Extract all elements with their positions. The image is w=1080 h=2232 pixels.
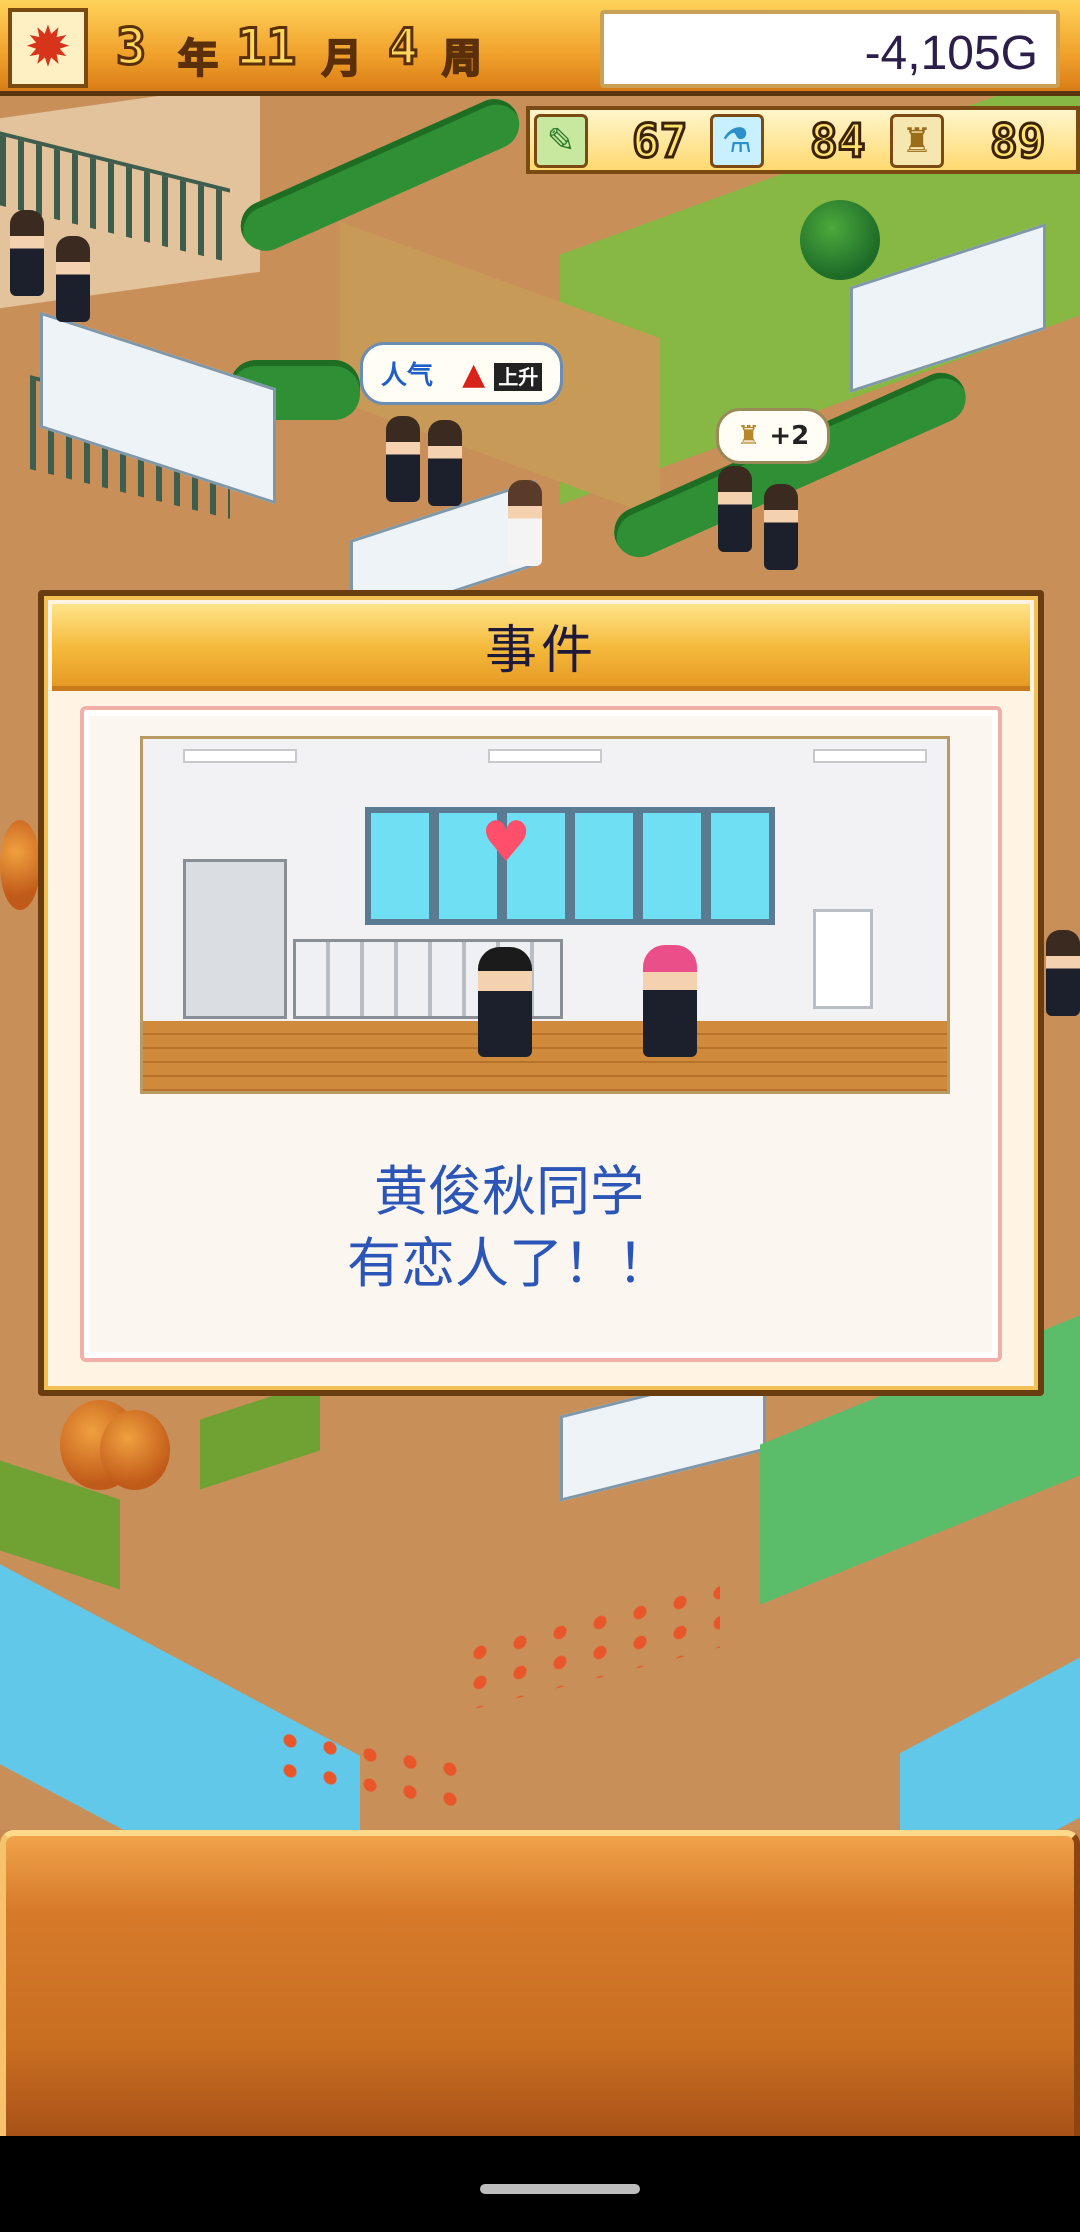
student-character[interactable]	[718, 466, 752, 552]
stats-bar: ✎ 67 ⚗ 84 ♜ 89	[526, 106, 1080, 174]
month-unit: 月	[321, 35, 363, 83]
popularity-label: 人气	[381, 361, 434, 391]
student-character[interactable]	[1046, 930, 1080, 1016]
maple-leaf-icon: ✹	[8, 8, 88, 88]
dialog-header: 事件	[52, 604, 1030, 691]
ceiling-light	[813, 749, 927, 763]
money-display: -4,105G	[600, 10, 1060, 88]
pine-tree	[800, 200, 880, 280]
crop-field	[200, 1380, 320, 1490]
event-message: 黄俊秋同学 有恋人了！！	[46, 1156, 972, 1300]
week-number: 4	[386, 17, 419, 78]
trophy-icon: ♜	[890, 114, 944, 168]
month-number: 11	[234, 17, 297, 78]
popularity-up-bubble: 人气 ▲ 上升	[360, 342, 564, 405]
student-character[interactable]	[386, 416, 420, 502]
trophy-icon: ♜	[737, 421, 761, 451]
autumn-tree	[100, 1410, 170, 1490]
hedge	[232, 91, 528, 259]
year-unit: 年	[177, 35, 219, 83]
ceiling-light	[183, 749, 297, 763]
sports-stat-value: 89	[988, 113, 1046, 170]
student-boy	[478, 947, 532, 1057]
door	[183, 859, 287, 1019]
research-stat-value: 84	[808, 113, 866, 170]
dialog-title: 事件	[484, 620, 597, 681]
bonus-label: +2	[769, 421, 810, 451]
window	[365, 807, 775, 925]
student-girl	[643, 945, 697, 1057]
year-number: 3	[114, 17, 147, 78]
message-line-1: 黄俊秋同学	[374, 1160, 644, 1223]
flower-bed	[460, 1577, 720, 1713]
rise-badge: 上升	[494, 363, 543, 391]
event-dialog[interactable]: 事件 ♥ 黄俊秋同学 有恋人了！！	[38, 590, 1044, 1396]
system-navigation-bar	[0, 2136, 1080, 2232]
water	[0, 1564, 360, 1830]
flask-icon: ⚗	[710, 114, 764, 168]
week-unit: 周	[441, 35, 483, 83]
bottom-command-panel[interactable]	[0, 1830, 1080, 2136]
student-character[interactable]	[56, 236, 90, 322]
pencil-icon: ✎	[534, 114, 588, 168]
first-aid-cabinet	[813, 909, 873, 1009]
water	[900, 1646, 1080, 1830]
study-stat-value: 67	[630, 113, 688, 170]
event-scene-illustration: ♥	[140, 736, 950, 1094]
score-bonus-bubble: ♜ +2	[716, 408, 831, 464]
autumn-tree	[0, 820, 40, 910]
student-character[interactable]	[508, 480, 542, 566]
heart-icon: ♥	[481, 810, 532, 875]
student-character[interactable]	[10, 210, 44, 296]
home-indicator[interactable]	[480, 2184, 640, 2194]
ceiling-light	[488, 749, 602, 763]
student-character[interactable]	[428, 420, 462, 506]
student-character[interactable]	[764, 484, 798, 570]
arrow-up-icon: ▲	[462, 357, 486, 392]
message-line-2: 有恋人了！！	[347, 1232, 671, 1295]
top-status-bar: ✹ 3 年 11 月 4 周 -4,105G	[0, 0, 1080, 96]
wooden-floor	[143, 1021, 947, 1091]
